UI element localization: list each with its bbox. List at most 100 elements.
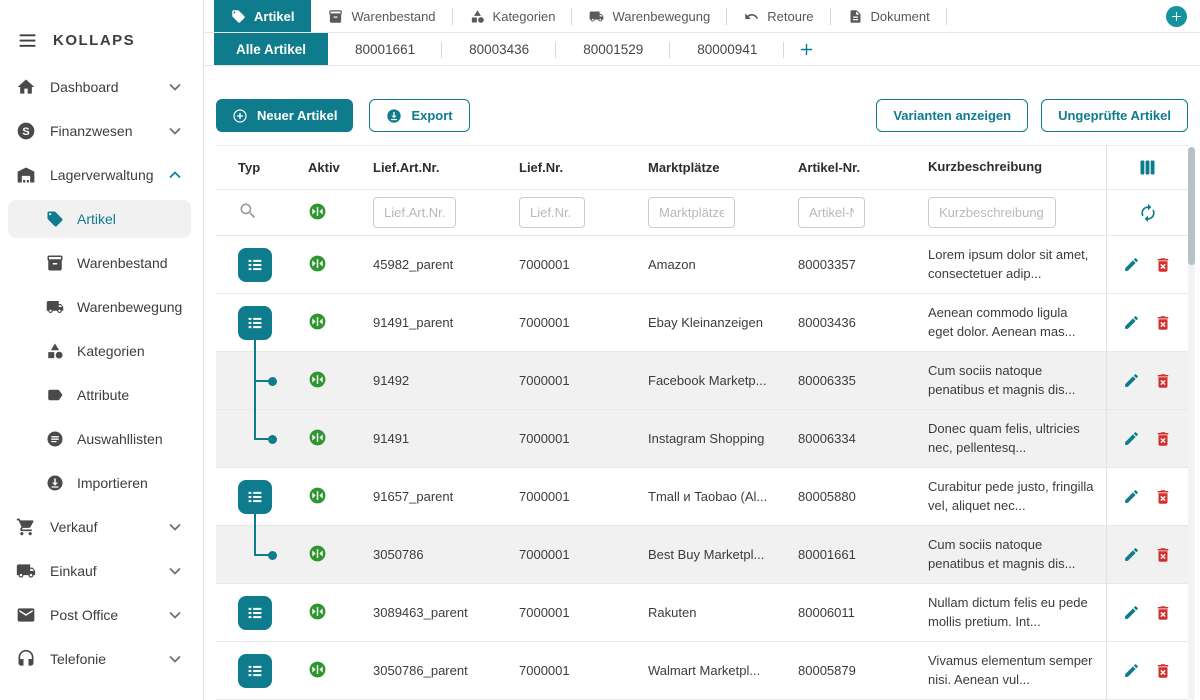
row-type-button[interactable] — [238, 596, 272, 630]
active-status-icon[interactable] — [308, 370, 327, 389]
delete-icon[interactable] — [1154, 314, 1172, 332]
filter-marktplaetze-input[interactable] — [648, 197, 735, 228]
new-article-button[interactable]: Neuer Artikel — [216, 99, 353, 132]
subtab-article-2[interactable]: 80003436 — [442, 33, 556, 65]
sidebar-item-importieren[interactable]: Importieren — [0, 461, 203, 505]
add-article-tab-button[interactable] — [784, 33, 829, 65]
column-header-lief-nr: Lief.Nr. — [494, 160, 623, 175]
sidebar-item-artikel[interactable]: Artikel — [8, 200, 191, 238]
sidebar-item-label: Dashboard — [50, 79, 119, 95]
subtab-article-4[interactable]: 80000941 — [670, 33, 784, 65]
active-status-icon[interactable] — [308, 254, 327, 273]
cell-kurzbeschreibung: Aenean commodo ligula eget dolor. Aenean… — [903, 304, 1106, 342]
edit-icon[interactable] — [1123, 430, 1140, 447]
tab-warenbestand[interactable]: Warenbestand — [311, 0, 452, 32]
active-status-icon[interactable] — [308, 486, 327, 505]
delete-icon[interactable] — [1154, 372, 1172, 390]
sidebar-item-verkauf[interactable]: Verkauf — [0, 505, 203, 549]
column-header-marktplaetze: Marktplätze — [623, 160, 773, 175]
sidebar-item-attribute[interactable]: Attribute — [0, 373, 203, 417]
edit-icon[interactable] — [1123, 372, 1140, 389]
truck-icon — [16, 561, 36, 581]
column-header-kurzbeschreibung: Kurzbeschreibung — [903, 158, 1106, 177]
sidebar-item-post-office[interactable]: Post Office — [0, 593, 203, 637]
table-row: 45982_parent 7000001 Amazon 80003357 Lor… — [216, 236, 1188, 294]
table-filter-row — [216, 190, 1188, 236]
row-type-button[interactable] — [238, 306, 272, 340]
button-label: Export — [411, 108, 452, 123]
filter-kurzbeschreibung-input[interactable] — [928, 197, 1056, 228]
subtab-article-1[interactable]: 80001661 — [328, 33, 442, 65]
active-status-icon[interactable] — [308, 312, 327, 331]
tab-retoure[interactable]: Retoure — [727, 0, 830, 32]
cart-icon — [16, 517, 36, 537]
subtab-label: 80001661 — [355, 42, 415, 57]
delete-icon[interactable] — [1154, 662, 1172, 680]
filter-artikel-nr-input[interactable] — [798, 197, 865, 228]
delete-icon[interactable] — [1154, 256, 1172, 274]
refresh-icon[interactable] — [1138, 203, 1158, 223]
sidebar-item-auswahllisten[interactable]: Auswahllisten — [0, 417, 203, 461]
row-type-button[interactable] — [238, 248, 272, 282]
cell-marktplatz: Tmall и Taobao (Al... — [623, 489, 773, 504]
active-status-icon[interactable] — [308, 544, 327, 563]
edit-icon[interactable] — [1123, 256, 1140, 273]
subtab-alle-artikel[interactable]: Alle Artikel — [214, 33, 328, 65]
sidebar-item-label: Warenbestand — [77, 255, 168, 271]
finance-icon — [16, 121, 36, 141]
tab-warenbewegung[interactable]: Warenbewegung — [572, 0, 727, 32]
tag-icon — [231, 9, 246, 24]
row-type-button[interactable] — [238, 480, 272, 514]
delete-icon[interactable] — [1154, 546, 1172, 564]
edit-icon[interactable] — [1123, 546, 1140, 563]
delete-icon[interactable] — [1154, 488, 1172, 506]
cell-kurzbeschreibung: Cum sociis natoque penatibus et magnis d… — [903, 536, 1106, 574]
show-variants-button[interactable]: Varianten anzeigen — [876, 99, 1028, 132]
edit-icon[interactable] — [1123, 604, 1140, 621]
subtab-label: 80000941 — [697, 42, 757, 57]
active-status-icon[interactable] — [308, 428, 327, 447]
unchecked-articles-button[interactable]: Ungeprüfte Artikel — [1041, 99, 1188, 132]
delete-icon[interactable] — [1154, 430, 1172, 448]
tab-dokument[interactable]: Dokument — [831, 0, 947, 32]
chevron-down-icon — [169, 611, 181, 619]
edit-icon[interactable] — [1123, 314, 1140, 331]
edit-icon[interactable] — [1123, 662, 1140, 679]
subtab-label: 80001529 — [583, 42, 643, 57]
subtab-label: 80003436 — [469, 42, 529, 57]
row-type-button[interactable] — [238, 654, 272, 688]
sidebar-item-label: Telefonie — [50, 651, 106, 667]
edit-icon[interactable] — [1123, 488, 1140, 505]
sidebar-item-dashboard[interactable]: Dashboard — [0, 65, 203, 109]
tab-kategorien[interactable]: Kategorien — [453, 0, 573, 32]
tab-label: Artikel — [254, 9, 294, 24]
tree-node-dot — [268, 551, 277, 560]
active-status-icon[interactable] — [308, 660, 327, 679]
column-header-lief-art-nr: Lief.Art.Nr. — [348, 160, 494, 175]
sidebar-item-finanzwesen[interactable]: Finanzwesen — [0, 109, 203, 153]
sidebar: KOLLAPS Dashboard Finanzwesen Lagerverwa… — [0, 0, 204, 700]
filter-lief-nr-input[interactable] — [519, 197, 585, 228]
delete-icon[interactable] — [1154, 604, 1172, 622]
column-settings-icon[interactable] — [1137, 157, 1158, 178]
sidebar-item-kategorien[interactable]: Kategorien — [0, 329, 203, 373]
active-filter-icon[interactable] — [308, 202, 327, 221]
tab-artikel[interactable]: Artikel — [214, 0, 311, 32]
table-row: 3050786 7000001 Best Buy Marketpl... 800… — [216, 526, 1188, 584]
home-icon — [16, 77, 36, 97]
filter-lief-art-nr-input[interactable] — [373, 197, 456, 228]
table-row: 3050786_parent 7000001 Walmart Marketpl.… — [216, 642, 1188, 700]
sidebar-item-warenbewegung[interactable]: Warenbewegung — [0, 285, 203, 329]
scrollbar-thumb[interactable] — [1188, 147, 1195, 265]
sidebar-item-einkauf[interactable]: Einkauf — [0, 549, 203, 593]
subtab-article-3[interactable]: 80001529 — [556, 33, 670, 65]
hamburger-menu-icon[interactable] — [17, 30, 38, 51]
sidebar-item-warenbestand[interactable]: Warenbestand — [0, 241, 203, 285]
add-tab-button[interactable] — [1166, 6, 1187, 27]
search-icon[interactable] — [238, 201, 258, 221]
vertical-scrollbar[interactable] — [1188, 147, 1195, 700]
export-button[interactable]: Export — [369, 99, 469, 132]
sidebar-item-telefonie[interactable]: Telefonie — [0, 637, 203, 681]
active-status-icon[interactable] — [308, 602, 327, 621]
sidebar-item-lagerverwaltung[interactable]: Lagerverwaltung — [0, 153, 203, 197]
